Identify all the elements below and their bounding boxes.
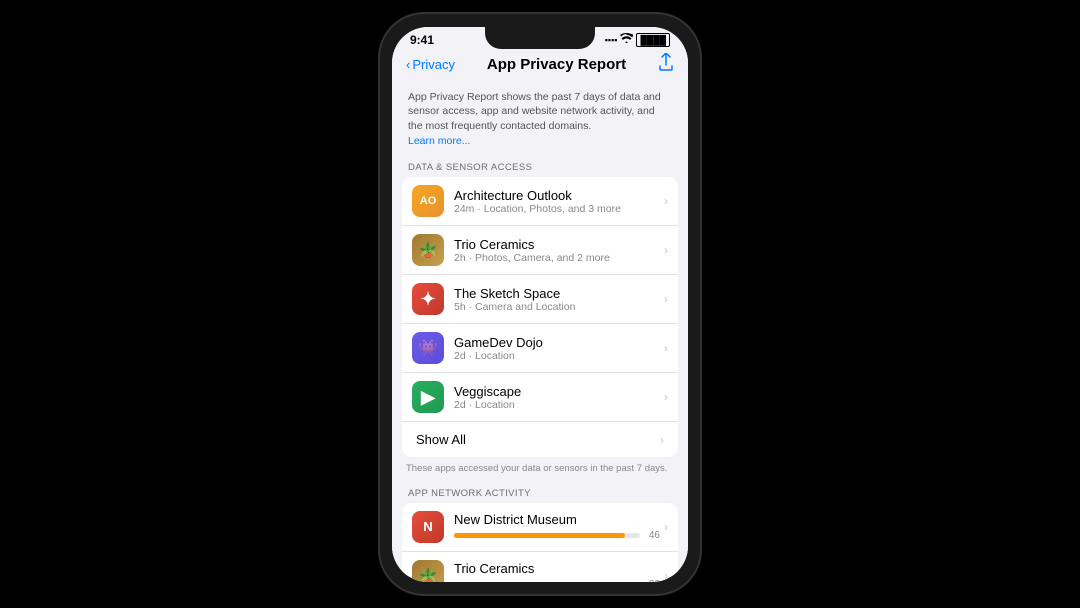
- chevron-right-icon: ›: [664, 292, 668, 306]
- learn-more-link[interactable]: Learn more...: [408, 135, 470, 147]
- app-info-trio: Trio Ceramics 2h · Photos, Camera, and 2…: [454, 237, 660, 264]
- chevron-right-icon: ›: [664, 569, 668, 582]
- chevron-right-icon: ›: [664, 243, 668, 257]
- content-area: App Privacy Report shows the past 7 days…: [392, 84, 688, 582]
- data-sensor-card: AO Architecture Outlook 24m · Location, …: [402, 177, 678, 457]
- bar-row: 46: [454, 530, 660, 541]
- app-detail: 2d · Location: [454, 399, 660, 411]
- app-icon-sketch: ✦: [412, 283, 444, 315]
- notch: [485, 27, 595, 49]
- show-all-label: Show All: [416, 432, 466, 447]
- chevron-right-icon: ›: [664, 194, 668, 208]
- app-name: Veggiscape: [454, 384, 660, 399]
- bar-count: 46: [644, 530, 660, 541]
- list-item[interactable]: ▶ Veggiscape 2d · Location ›: [402, 373, 678, 422]
- chevron-right-icon: ›: [664, 341, 668, 355]
- app-name: Architecture Outlook: [454, 188, 660, 203]
- app-icon-gamedev: 👾: [412, 332, 444, 364]
- phone-frame: 9:41 ▪▪▪▪ ████ ‹ Privacy App Privacy Rep…: [380, 14, 700, 594]
- list-item[interactable]: N New District Museum 46 ›: [402, 503, 678, 552]
- app-name: GameDev Dojo: [454, 335, 660, 350]
- bar-container-museum: New District Museum 46: [454, 512, 660, 541]
- network-card: N New District Museum 46 › 🪴: [402, 503, 678, 582]
- bar-fill: [454, 533, 625, 538]
- nav-bar: ‹ Privacy App Privacy Report: [392, 49, 688, 84]
- data-sensor-header: DATA & SENSOR ACCESS: [392, 156, 688, 177]
- battery-icon: ████: [636, 33, 670, 47]
- app-info-gamedev: GameDev Dojo 2d · Location: [454, 335, 660, 362]
- list-item[interactable]: AO Architecture Outlook 24m · Location, …: [402, 177, 678, 226]
- bar-count: 30: [644, 579, 660, 581]
- app-info-architecture: Architecture Outlook 24m · Location, Pho…: [454, 188, 660, 215]
- back-button[interactable]: ‹ Privacy: [406, 57, 455, 72]
- description-text: App Privacy Report shows the past 7 days…: [392, 84, 688, 157]
- signal-icon: ▪▪▪▪: [605, 35, 618, 45]
- page-title: App Privacy Report: [487, 56, 626, 73]
- app-name: The Sketch Space: [454, 286, 660, 301]
- bar-row: 30: [454, 579, 660, 581]
- app-name: Trio Ceramics: [454, 237, 660, 252]
- data-sensor-footnote: These apps accessed your data or sensors…: [392, 457, 688, 481]
- bar-track: [454, 533, 640, 538]
- wifi-icon: [620, 33, 633, 46]
- list-item[interactable]: ✦ The Sketch Space 5h · Camera and Locat…: [402, 275, 678, 324]
- app-detail: 5h · Camera and Location: [454, 301, 660, 313]
- show-all-item[interactable]: Show All ›: [402, 422, 678, 457]
- bar-container-trio: Trio Ceramics 30: [454, 561, 660, 581]
- share-button[interactable]: [658, 53, 674, 76]
- app-name: Trio Ceramics: [454, 561, 660, 576]
- chevron-right-icon: ›: [664, 520, 668, 534]
- app-detail: 2d · Location: [454, 350, 660, 362]
- chevron-right-icon: ›: [664, 390, 668, 404]
- list-item[interactable]: 🪴 Trio Ceramics 2h · Photos, Camera, and…: [402, 226, 678, 275]
- status-icons: ▪▪▪▪ ████: [605, 33, 670, 47]
- app-icon-museum: N: [412, 511, 444, 543]
- app-icon-trio-network: 🪴: [412, 560, 444, 582]
- app-icon-architecture: AO: [412, 185, 444, 217]
- app-detail: 2h · Photos, Camera, and 2 more: [454, 252, 660, 264]
- chevron-left-icon: ‹: [406, 57, 410, 72]
- network-header: APP NETWORK ACTIVITY: [392, 482, 688, 503]
- app-info-veggiscape: Veggiscape 2d · Location: [454, 384, 660, 411]
- app-info-sketch: The Sketch Space 5h · Camera and Locatio…: [454, 286, 660, 313]
- list-item[interactable]: 🪴 Trio Ceramics 30 ›: [402, 552, 678, 582]
- app-icon-trio: 🪴: [412, 234, 444, 266]
- app-icon-veggiscape: ▶: [412, 381, 444, 413]
- back-label: Privacy: [412, 57, 455, 72]
- list-item[interactable]: 👾 GameDev Dojo 2d · Location ›: [402, 324, 678, 373]
- status-time: 9:41: [410, 33, 434, 47]
- app-name: New District Museum: [454, 512, 660, 527]
- app-detail: 24m · Location, Photos, and 3 more: [454, 203, 660, 215]
- chevron-right-icon: ›: [660, 433, 664, 447]
- phone-screen: 9:41 ▪▪▪▪ ████ ‹ Privacy App Privacy Rep…: [392, 27, 688, 582]
